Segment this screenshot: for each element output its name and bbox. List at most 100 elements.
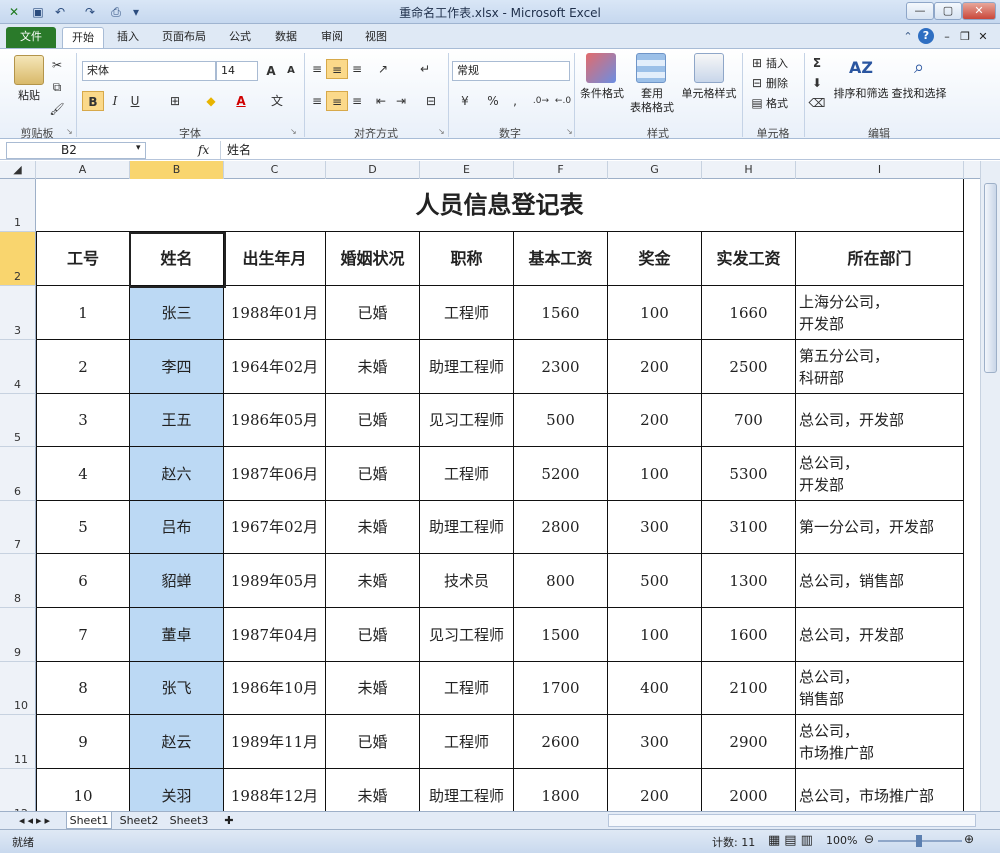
decrease-indent-icon[interactable]: ⇤ [370, 91, 392, 111]
wrap-text-icon[interactable]: ↵ [414, 59, 436, 79]
row-header[interactable]: 4 [0, 340, 36, 394]
job-title-cell[interactable]: 技术员 [420, 554, 514, 608]
column-header[interactable]: D [326, 161, 420, 179]
job-title-cell[interactable]: 见习工程师 [420, 608, 514, 662]
zoom-out-icon[interactable]: ⊖ [864, 832, 874, 846]
tab-data[interactable]: 数据 [268, 27, 304, 48]
zoom-in-icon[interactable]: ⊕ [964, 832, 974, 846]
close-button[interactable]: ✕ [962, 2, 996, 20]
increase-indent-icon[interactable]: ⇥ [390, 91, 412, 111]
fill-icon[interactable]: ⬇ [806, 73, 828, 93]
name-cell[interactable]: 赵六 [130, 447, 224, 501]
font-name-box[interactable]: 宋体 [82, 61, 216, 81]
conditional-formatting-button[interactable]: 条件格式 [576, 87, 628, 100]
column-header[interactable]: B [130, 161, 224, 179]
tab-formulas[interactable]: 公式 [222, 27, 258, 48]
header-cell[interactable]: 婚姻状况 [326, 232, 420, 286]
birth-date-cell[interactable]: 1988年12月 [224, 769, 326, 811]
base-salary-cell[interactable]: 1800 [514, 769, 608, 811]
name-box[interactable]: B2 [6, 142, 146, 159]
sort-filter-button[interactable]: 排序和筛选 [832, 87, 890, 100]
underline-button[interactable]: U [124, 91, 146, 111]
format-cells-icon[interactable]: ▤ [746, 93, 768, 113]
vertical-scrollbar[interactable] [980, 161, 1000, 811]
department-cell[interactable]: 总公司，开发部 [796, 394, 964, 447]
decrease-decimal-icon[interactable]: ←.0 [552, 91, 574, 111]
column-header[interactable]: H [702, 161, 796, 179]
cell-styles-icon[interactable] [694, 53, 724, 83]
bonus-cell[interactable]: 500 [608, 554, 702, 608]
base-salary-cell[interactable]: 2600 [514, 715, 608, 769]
net-salary-cell[interactable]: 5300 [702, 447, 796, 501]
horizontal-scrollbar[interactable] [608, 814, 976, 827]
department-cell[interactable]: 总公司，开发部 [796, 608, 964, 662]
percent-style-icon[interactable]: % [482, 91, 504, 111]
align-right-icon[interactable]: ≡ [346, 91, 368, 111]
marital-status-cell[interactable]: 未婚 [326, 554, 420, 608]
base-salary-cell[interactable]: 1700 [514, 662, 608, 715]
marital-status-cell[interactable]: 未婚 [326, 662, 420, 715]
paste-button-label[interactable]: 粘贴 [8, 89, 50, 102]
department-cell[interactable]: 第五分公司， 科研部 [796, 340, 964, 394]
bonus-cell[interactable]: 300 [608, 715, 702, 769]
name-cell[interactable]: 李四 [130, 340, 224, 394]
base-salary-cell[interactable]: 1500 [514, 608, 608, 662]
header-cell[interactable]: 出生年月 [224, 232, 326, 286]
accounting-format-icon[interactable]: ¥ [454, 91, 476, 111]
tab-view[interactable]: 视图 [358, 27, 394, 48]
employee-id-cell[interactable]: 9 [36, 715, 130, 769]
font-size-box[interactable]: 14 [216, 61, 258, 81]
find-select-button[interactable]: 查找和选择 [890, 87, 948, 100]
department-cell[interactable]: 总公司，销售部 [796, 662, 964, 715]
employee-id-cell[interactable]: 6 [36, 554, 130, 608]
column-header[interactable]: C [224, 161, 326, 179]
zoom-slider-thumb[interactable] [916, 835, 922, 847]
header-cell[interactable]: 实发工资 [702, 232, 796, 286]
font-color-icon[interactable]: A [230, 91, 252, 111]
job-title-cell[interactable]: 助理工程师 [420, 769, 514, 811]
marital-status-cell[interactable]: 未婚 [326, 340, 420, 394]
row-header[interactable]: 5 [0, 394, 36, 447]
name-cell[interactable]: 张飞 [130, 662, 224, 715]
bonus-cell[interactable]: 300 [608, 501, 702, 554]
department-cell[interactable]: 总公司，销售部 [796, 554, 964, 608]
row-header[interactable]: 12 [0, 769, 36, 811]
sheet-tab-sheet3[interactable]: Sheet3 [166, 812, 212, 829]
department-cell[interactable]: 总公司，市场推广部 [796, 715, 964, 769]
phonetic-icon[interactable]: 文 [266, 91, 288, 111]
marital-status-cell[interactable]: 已婚 [326, 608, 420, 662]
maximize-button[interactable]: ▢ [934, 2, 962, 20]
row-header[interactable]: 9 [0, 608, 36, 662]
department-cell[interactable]: 总公司，开发部 [796, 447, 964, 501]
copy-icon[interactable]: ⧉ [46, 77, 68, 97]
worksheet-grid[interactable]: 1 人员信息登记表 2 工号 姓名 出生年月 婚姻状况 职称 基本工资 奖金 实发工资 所在部门 3 1 张… [0, 179, 980, 811]
orientation-icon[interactable]: ↗ [372, 59, 394, 79]
cell-styles-button[interactable]: 单元格样式 [678, 87, 740, 100]
marital-status-cell[interactable]: 已婚 [326, 715, 420, 769]
net-salary-cell[interactable]: 2500 [702, 340, 796, 394]
paste-icon[interactable] [14, 55, 44, 85]
shrink-font-icon[interactable]: A [280, 61, 302, 81]
net-salary-cell[interactable]: 2000 [702, 769, 796, 811]
marital-status-cell[interactable]: 已婚 [326, 447, 420, 501]
marital-status-cell[interactable]: 未婚 [326, 501, 420, 554]
job-title-cell[interactable]: 助理工程师 [420, 340, 514, 394]
bold-button[interactable]: B [82, 91, 104, 111]
increase-decimal-icon[interactable]: .0→ [530, 91, 552, 111]
dialog-launcher-icon[interactable]: ↘ [66, 127, 73, 136]
dialog-launcher-icon[interactable]: ↘ [566, 127, 573, 136]
format-as-table-line1[interactable]: 套用 [626, 87, 678, 100]
sheet-navigation-icon[interactable]: ◂◂▸▸ [6, 812, 66, 829]
department-cell[interactable]: 总公司，市场推广部 [796, 769, 964, 811]
column-header[interactable]: G [608, 161, 702, 179]
collapse-ribbon-icon[interactable]: ⌃ [900, 27, 916, 48]
zoom-level[interactable]: 100% [826, 834, 857, 847]
employee-id-cell[interactable]: 4 [36, 447, 130, 501]
employee-id-cell[interactable]: 2 [36, 340, 130, 394]
tab-file[interactable]: 文件 [6, 27, 56, 48]
base-salary-cell[interactable]: 800 [514, 554, 608, 608]
birth-date-cell[interactable]: 1987年04月 [224, 608, 326, 662]
row-header[interactable]: 6 [0, 447, 36, 501]
net-salary-cell[interactable]: 2100 [702, 662, 796, 715]
birth-date-cell[interactable]: 1989年11月 [224, 715, 326, 769]
